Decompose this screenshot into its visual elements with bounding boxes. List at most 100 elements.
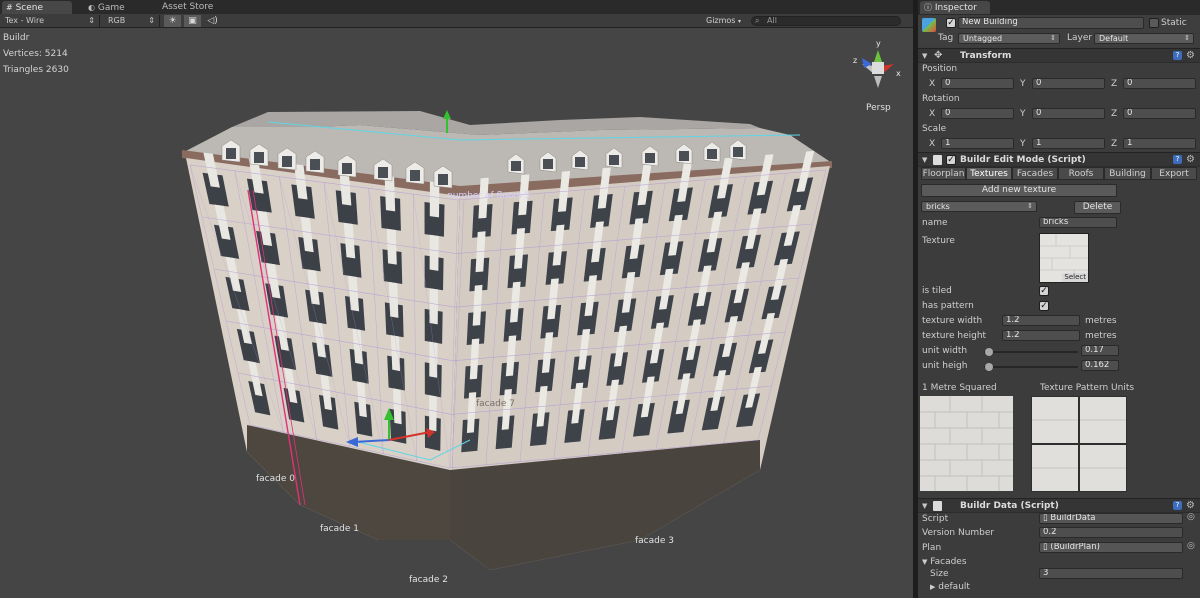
tab-scene[interactable]: # Scene xyxy=(2,1,72,14)
rotation-z-field[interactable]: 0 xyxy=(1123,108,1196,119)
texture-select-dropdown[interactable]: bricks ⇕ xyxy=(921,201,1037,212)
projection-label[interactable]: Persp xyxy=(866,103,891,113)
plan-field-value: (BuildrPlan) xyxy=(1050,542,1100,552)
render-mode-dropdown[interactable]: Tex - Wire ⇕ xyxy=(0,15,100,27)
dormer-window xyxy=(511,161,521,171)
texture-select-button[interactable]: Select xyxy=(1062,273,1088,282)
dormer-window xyxy=(645,153,655,163)
script-field[interactable]: ▯ BuildrData xyxy=(1039,513,1183,524)
buildr-data-title: Buildr Data (Script) xyxy=(960,501,1059,511)
scene-toolbar: Tex - Wire ⇕ RGB ⇕ ☀ ▣ ◁) Gizmos ▾ ⌕ All xyxy=(0,14,913,28)
gizmo-center-cube[interactable] xyxy=(872,62,884,74)
texture-thumbnail[interactable]: Select xyxy=(1039,233,1089,283)
unit-width-slider-knob[interactable] xyxy=(985,348,993,356)
dormer-window xyxy=(254,152,264,163)
object-picker-icon[interactable]: ◎ xyxy=(1187,512,1195,522)
scene-panel[interactable]: # Scene ◐ Game Asset Store Tex - Wire ⇕ … xyxy=(0,0,913,598)
scene-lighting-button[interactable]: ☀ xyxy=(164,15,181,27)
has-pattern-checkbox[interactable]: ✓ xyxy=(1039,301,1049,311)
facades-foldout[interactable]: ▼ Facades xyxy=(922,557,967,567)
scene-search-input[interactable]: ⌕ All xyxy=(751,16,901,26)
fold-arrow-icon[interactable]: ▼ xyxy=(922,52,927,60)
help-icon[interactable]: ? xyxy=(1173,501,1182,510)
game-pacman-icon: ◐ xyxy=(88,3,95,12)
version-number-field[interactable]: 0.2 xyxy=(1039,527,1183,538)
texture-name-field[interactable]: bricks xyxy=(1039,217,1117,228)
scene-orientation-gizmo[interactable]: y z x xyxy=(850,36,906,98)
texture-width-label: texture width xyxy=(922,316,983,326)
object-header: ✓ New Building Static Tag Untagged ⇕ Laye… xyxy=(918,15,1200,47)
rotation-y-field[interactable]: 0 xyxy=(1032,108,1105,119)
facade-0-label: facade 0 xyxy=(256,474,295,484)
gizmos-dropdown[interactable]: Gizmos ▾ xyxy=(706,15,741,28)
help-icon[interactable]: ? xyxy=(1173,155,1182,164)
plan-field[interactable]: ▯ (BuildrPlan) xyxy=(1039,542,1183,553)
buildr-data-header[interactable]: ▼ Buildr Data (Script) ? ⚙ xyxy=(918,498,1200,513)
tab-inspector[interactable]: ⓘ Inspector xyxy=(920,1,990,14)
texture-width-field[interactable]: 1.2 xyxy=(1002,315,1080,326)
edit-mode-header[interactable]: ▼ ✓ Buildr Edit Mode (Script) ? ⚙ xyxy=(918,152,1200,167)
unit-height-slider-knob[interactable] xyxy=(985,363,993,371)
dormer-window xyxy=(679,151,689,161)
static-checkbox[interactable] xyxy=(1149,18,1159,28)
texture-height-field[interactable]: 1.2 xyxy=(1002,330,1080,341)
active-checkbox[interactable]: ✓ xyxy=(946,18,956,28)
tab-export[interactable]: Export xyxy=(1151,167,1197,180)
gizmo-neg-y-cone[interactable] xyxy=(874,76,882,88)
tab-facades[interactable]: Facades xyxy=(1012,167,1058,180)
dormer-window xyxy=(282,156,292,167)
scene-fx-button[interactable]: ▣ xyxy=(184,15,201,27)
add-new-texture-button[interactable]: Add new texture xyxy=(921,184,1117,197)
unit-width-slider[interactable] xyxy=(984,351,1078,353)
scale-y-field[interactable]: 1 xyxy=(1032,138,1105,149)
edit-mode-enabled-checkbox[interactable]: ✓ xyxy=(946,155,956,165)
dormer-window xyxy=(342,163,352,174)
plan-label: Plan xyxy=(922,543,942,553)
tag-value: Untagged xyxy=(963,34,1003,43)
unit-height-field[interactable]: 0.162 xyxy=(1081,360,1119,371)
tag-dropdown[interactable]: Untagged ⇕ xyxy=(958,33,1060,44)
object-name-field[interactable]: New Building xyxy=(958,17,1144,29)
tab-game[interactable]: ◐ Game xyxy=(84,1,154,14)
is-tiled-label: is tiled xyxy=(922,286,952,296)
default-foldout[interactable]: ▶ default xyxy=(930,582,970,592)
tab-roofs[interactable]: Roofs xyxy=(1058,167,1104,180)
unit-width-field[interactable]: 0.17 xyxy=(1081,345,1119,356)
object-picker-icon[interactable]: ◎ xyxy=(1187,541,1195,551)
gizmo-z-label: z xyxy=(853,56,857,65)
transform-header[interactable]: ▼ ✥ Transform ? ⚙ xyxy=(918,48,1200,63)
fold-arrow-icon[interactable]: ▼ xyxy=(922,502,927,510)
pattern-units-image xyxy=(1032,397,1126,491)
tab-building[interactable]: Building xyxy=(1104,167,1151,180)
position-x-field[interactable]: 0 xyxy=(941,78,1014,89)
tab-asset-store[interactable]: Asset Store xyxy=(158,1,228,14)
gear-icon[interactable]: ⚙ xyxy=(1186,50,1195,61)
scene-audio-button[interactable]: ◁) xyxy=(204,15,221,27)
delete-texture-button[interactable]: Delete xyxy=(1074,201,1121,214)
scale-x-field[interactable]: 1 xyxy=(941,138,1014,149)
tab-textures[interactable]: Textures xyxy=(966,167,1012,180)
tab-floorplan[interactable]: Floorplan xyxy=(921,167,966,180)
help-icon[interactable]: ? xyxy=(1173,51,1182,60)
color-mode-dropdown[interactable]: RGB ⇕ xyxy=(103,15,160,27)
gizmo-y-cone[interactable] xyxy=(874,50,882,62)
unit-height-slider[interactable] xyxy=(984,366,1078,368)
image-icon: ▣ xyxy=(188,16,197,26)
color-mode-value: RGB xyxy=(108,16,126,25)
is-tiled-checkbox[interactable]: ✓ xyxy=(1039,286,1049,296)
gear-icon[interactable]: ⚙ xyxy=(1186,154,1195,165)
layer-dropdown[interactable]: Default ⇕ xyxy=(1094,33,1194,44)
window-curtain xyxy=(388,281,399,318)
rotation-x-field[interactable]: 0 xyxy=(941,108,1014,119)
scale-z-field[interactable]: 1 xyxy=(1123,138,1196,149)
facades-size-field[interactable]: 3 xyxy=(1039,568,1183,579)
texture-height-unit: metres xyxy=(1085,331,1117,341)
fold-arrow-icon[interactable]: ▼ xyxy=(922,156,927,164)
dormer-window xyxy=(226,148,236,159)
scene-viewport[interactable] xyxy=(0,28,913,598)
position-y-field[interactable]: 0 xyxy=(1032,78,1105,89)
texture-pattern-units-label: Texture Pattern Units xyxy=(1040,383,1135,393)
position-z-field[interactable]: 0 xyxy=(1123,78,1196,89)
chevron-down-icon: ⇕ xyxy=(88,16,95,25)
gear-icon[interactable]: ⚙ xyxy=(1186,500,1195,511)
